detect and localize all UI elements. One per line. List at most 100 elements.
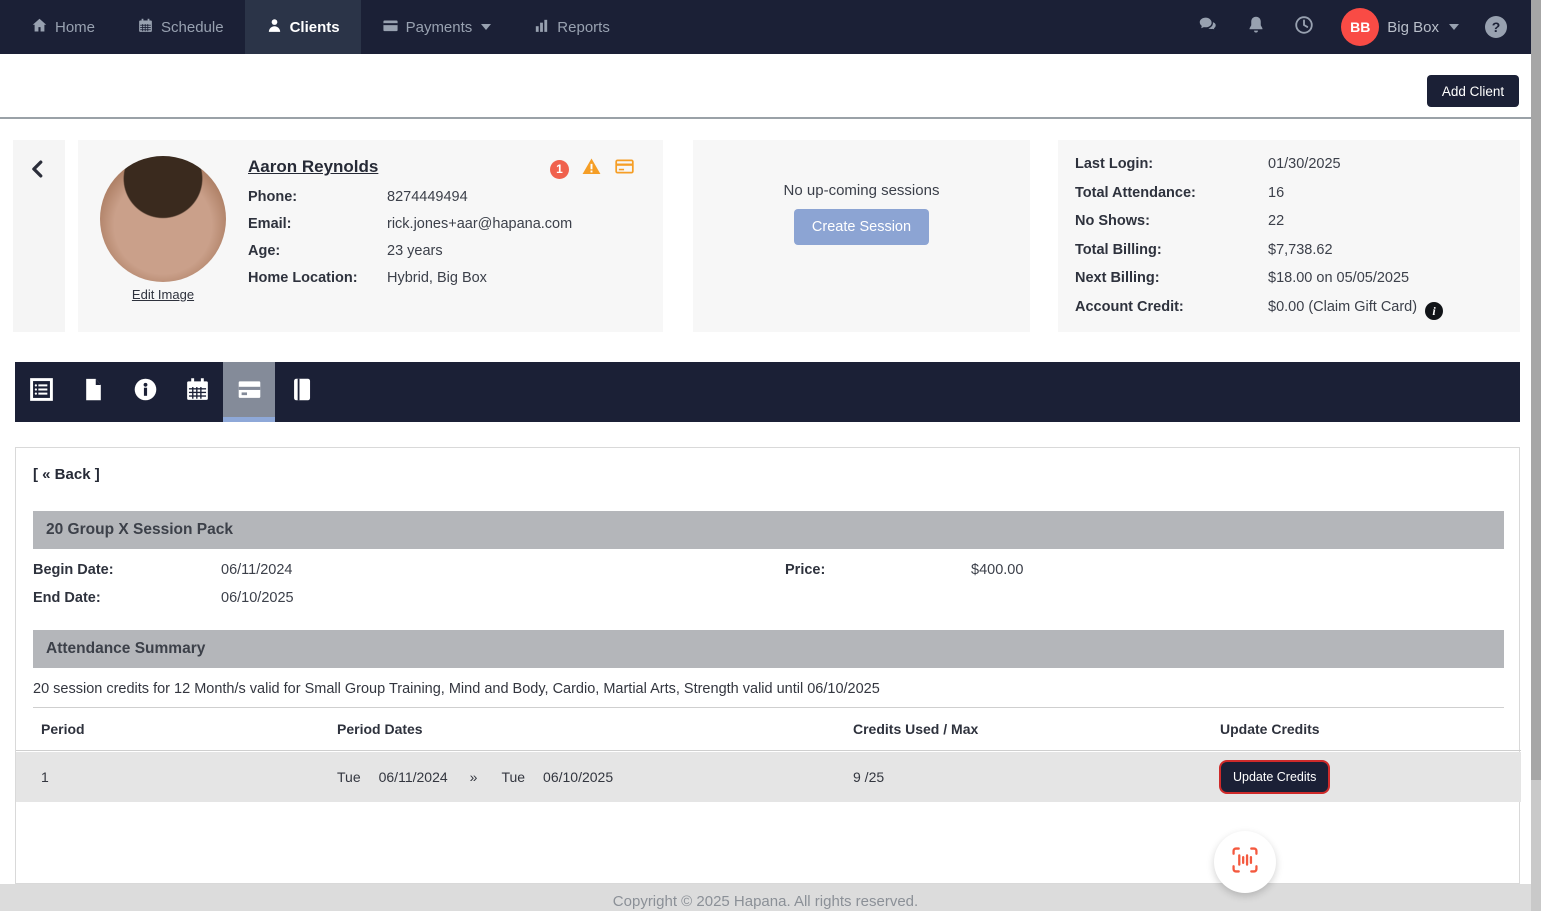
chevron-left-icon[interactable] (27, 158, 49, 185)
nav-item-label: Schedule (161, 19, 224, 36)
table-header-row: Period Period Dates Credits Used / Max U… (16, 708, 1521, 751)
membership-detail-panel: [ « Back ] 20 Group X Session Pack Begin… (15, 447, 1520, 884)
client-profile-card: Edit Image Aaron Reynolds Phone: 8274449… (78, 140, 663, 332)
page-footer: Copyright © 2025 Hapana. All rights rese… (0, 884, 1531, 911)
barcode-scan-button[interactable] (1214, 831, 1276, 893)
field-value: Hybrid, Big Box (387, 270, 572, 286)
client-name-link[interactable]: Aaron Reynolds (248, 157, 378, 177)
create-session-button[interactable]: Create Session (794, 209, 929, 245)
pack-title: 20 Group X Session Pack (46, 521, 233, 539)
column-header-update: Update Credits (1220, 721, 1320, 737)
cell-period: 1 (41, 769, 49, 785)
info-circle-icon (132, 376, 159, 408)
calendar-icon (137, 17, 154, 38)
messages-icon[interactable] (1197, 14, 1219, 41)
nav-item-label: Home (55, 19, 95, 36)
account-name: Big Box (1387, 19, 1439, 36)
begin-date-label: Begin Date: (33, 562, 114, 578)
help-icon[interactable]: ? (1485, 16, 1507, 38)
stat-value: 22 (1268, 213, 1443, 229)
stats-fields: Last Login: 01/30/2025 Total Attendance:… (1075, 156, 1443, 320)
back-link[interactable]: [ « Back ] (33, 466, 100, 483)
calendar-icon (184, 376, 211, 408)
to-day: Tue (501, 769, 525, 785)
stat-label: Next Billing: (1075, 270, 1268, 286)
from-day: Tue (337, 769, 361, 785)
from-date: 06/11/2024 (379, 769, 448, 785)
attendance-summary-bar: Attendance Summary (33, 630, 1504, 668)
field-label: Phone: (248, 189, 387, 205)
chevron-down-icon (481, 24, 491, 30)
scrollbar-thumb[interactable] (1531, 0, 1541, 780)
nav-item-payments[interactable]: Payments (361, 0, 513, 54)
tab-memberships[interactable] (15, 362, 67, 422)
cell-credits-used: 9 /25 (853, 769, 884, 785)
home-icon (31, 17, 48, 38)
credit-card-icon (236, 376, 263, 408)
profile-fields: Phone: 8274449494 Email: rick.jones+aar@… (248, 189, 572, 286)
stat-value: $7,738.62 (1268, 242, 1443, 258)
warning-icon[interactable] (581, 156, 602, 182)
tab-info[interactable] (119, 362, 171, 422)
card-icon (382, 17, 399, 38)
nav-item-reports[interactable]: Reports (512, 0, 631, 54)
stat-value: 16 (1268, 185, 1443, 201)
chevron-down-icon (1449, 24, 1459, 30)
credits-summary-text: 20 session credits for 12 Month/s valid … (33, 681, 880, 697)
active-tab-underline (223, 417, 275, 422)
nav-item-label: Clients (290, 19, 340, 36)
tab-notes[interactable] (275, 362, 327, 422)
copyright-text: Copyright © 2025 Hapana. All rights rese… (613, 893, 918, 910)
price-label: Price: (785, 562, 825, 578)
tab-billing[interactable] (223, 362, 275, 422)
info-icon[interactable]: i (1425, 302, 1443, 320)
tab-schedule[interactable] (171, 362, 223, 422)
column-header-credits: Credits Used / Max (853, 721, 978, 737)
collapse-profile-strip[interactable] (13, 140, 65, 332)
nav-item-clients[interactable]: Clients (245, 0, 361, 54)
profile-alert-icons: 1 (550, 156, 635, 182)
attendance-summary-title: Attendance Summary (46, 640, 205, 658)
date-separator: » (470, 769, 478, 785)
vertical-scrollbar[interactable] (1531, 0, 1541, 911)
edit-image-link[interactable]: Edit Image (100, 287, 226, 302)
stat-label: Last Login: (1075, 156, 1268, 172)
account-credit-value: $0.00 (Claim Gift Card) (1268, 299, 1417, 315)
nav-item-home[interactable]: Home (10, 0, 116, 54)
top-navbar: Home Schedule Clients Payments Reports B… (0, 0, 1531, 54)
client-section-tabbar (15, 362, 1520, 422)
billing-card-icon[interactable] (614, 156, 635, 182)
pack-title-bar: 20 Group X Session Pack (33, 511, 1504, 549)
clock-icon[interactable] (1293, 14, 1315, 41)
nav-item-label: Reports (557, 19, 610, 36)
column-header-period-dates: Period Dates (337, 721, 423, 737)
person-icon (266, 17, 283, 38)
navbar-right: BB Big Box ? (1197, 0, 1531, 54)
list-icon (28, 376, 55, 408)
main-nav: Home Schedule Clients Payments Reports (10, 0, 631, 54)
field-label: Email: (248, 216, 387, 232)
tab-documents[interactable] (67, 362, 119, 422)
end-date-label: End Date: (33, 590, 101, 606)
field-label: Home Location: (248, 270, 387, 286)
upcoming-sessions-card: No up-coming sessions Create Session (693, 140, 1030, 332)
update-credits-button[interactable]: Update Credits (1219, 760, 1330, 794)
to-date: 06/10/2025 (543, 769, 613, 785)
avatar[interactable]: BB (1341, 8, 1379, 46)
client-photo (100, 156, 226, 282)
field-value: 23 years (387, 243, 572, 259)
header-divider (0, 117, 1531, 119)
column-header-period: Period (41, 721, 85, 737)
stat-value: $0.00 (Claim Gift Card) i (1268, 299, 1443, 321)
nav-item-label: Payments (406, 19, 473, 36)
bar-chart-icon (533, 17, 550, 38)
alert-count-badge[interactable]: 1 (550, 160, 569, 179)
price-value: $400.00 (971, 562, 1023, 578)
no-sessions-text: No up-coming sessions (693, 182, 1030, 199)
cell-period-dates: Tue 06/11/2024 » Tue 06/10/2025 (337, 769, 613, 785)
notifications-icon[interactable] (1245, 14, 1267, 41)
barcode-icon (1229, 844, 1261, 881)
add-client-button[interactable]: Add Client (1427, 75, 1519, 107)
nav-item-schedule[interactable]: Schedule (116, 0, 245, 54)
account-menu[interactable]: BB Big Box (1341, 8, 1459, 46)
